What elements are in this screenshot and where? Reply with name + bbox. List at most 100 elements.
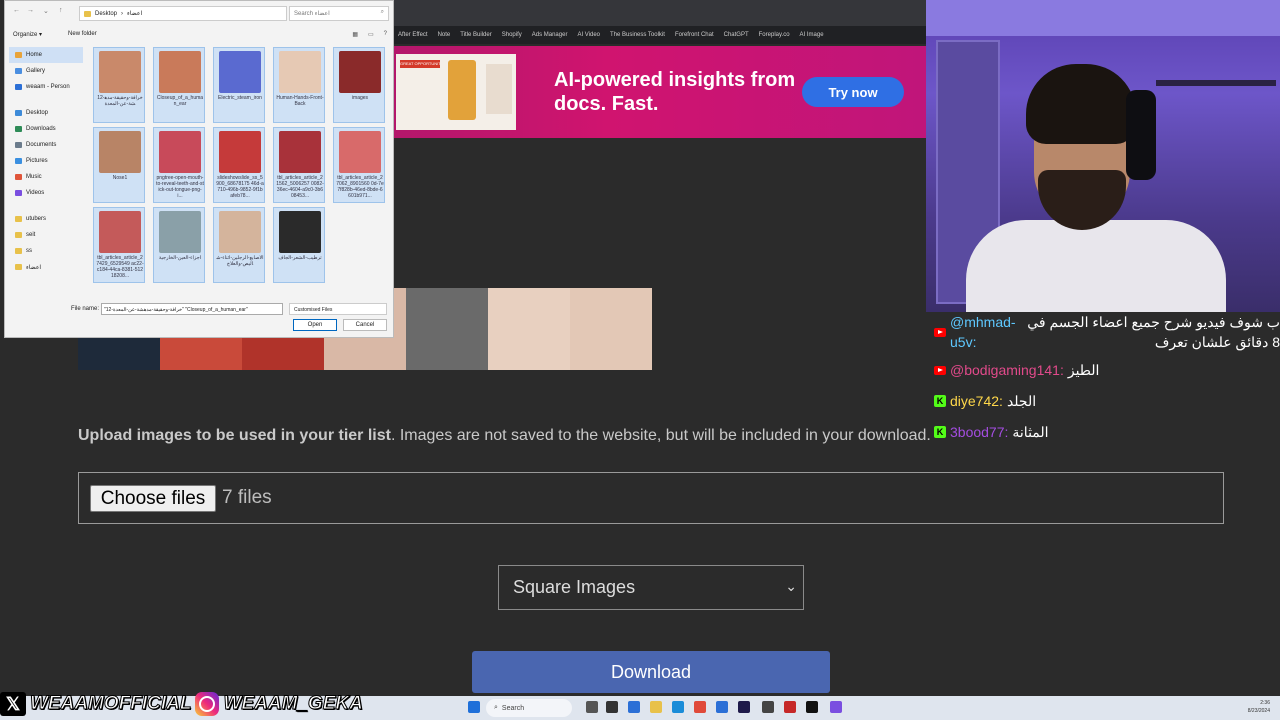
sidebar-item[interactable]: Videos — [9, 185, 83, 201]
bookmark-item[interactable]: AI Image — [800, 32, 824, 38]
chat-username: 3bood77: — [950, 424, 1009, 440]
forward-icon[interactable]: → — [27, 7, 34, 14]
chrome-icon[interactable] — [694, 701, 706, 713]
sidebar-item-label: Videos — [26, 190, 45, 196]
bookmark-item[interactable]: AI Video — [577, 32, 600, 38]
help-icon[interactable]: ? — [384, 31, 387, 38]
sidebar-item[interactable]: Downloads — [9, 121, 83, 137]
bookmark-item[interactable]: Ads Manager — [532, 32, 568, 38]
file-tile[interactable]: tbl_articles_article_27429_6529549 ac22-… — [93, 207, 145, 283]
ad-mockup-image — [448, 60, 476, 120]
file-tile[interactable]: 12-خرافة-وحقيقة-مدهشة-عن-المعدة — [93, 47, 145, 123]
webcam-overlay — [926, 0, 1280, 312]
file-tile[interactable]: tbl_articles_article_27062_8901560 0d-7e… — [333, 127, 385, 203]
file-thumbnail — [219, 51, 261, 93]
file-explorer-icon[interactable] — [650, 701, 662, 713]
app-icon[interactable] — [716, 701, 728, 713]
address-bar[interactable]: Desktop › اعضاء — [79, 6, 287, 21]
bookmark-item[interactable]: The Business Toolkit — [610, 32, 665, 38]
bookmark-item[interactable]: ChatGPT — [724, 32, 749, 38]
bookmark-item[interactable]: Shopify — [502, 32, 522, 38]
file-tile[interactable]: pngtree-open-mouth-to-reveal-teeth-and-s… — [153, 127, 205, 203]
search-icon: ⌕ — [494, 704, 498, 711]
chat-message: K 3bood77: المثانة — [934, 422, 1280, 442]
file-tile[interactable]: Closeup_of_a_human_ear — [153, 47, 205, 123]
uploaded-image-thumb — [570, 288, 652, 370]
sidebar-item-label: Music — [26, 174, 42, 180]
file-type-select[interactable]: Customised Files — [289, 303, 387, 315]
copilot-icon[interactable] — [628, 701, 640, 713]
sidebar-item-label: utubers — [26, 216, 47, 222]
bookmark-item[interactable]: Forefront Chat — [675, 32, 714, 38]
bookmark-item[interactable]: Note — [438, 32, 451, 38]
taskbar-clock[interactable]: 2:36 8/23/2024 — [1248, 699, 1270, 715]
widgets-icon[interactable] — [606, 701, 618, 713]
sidebar-item[interactable]: ss — [9, 243, 83, 259]
app-icon[interactable] — [762, 701, 774, 713]
back-icon[interactable]: ← — [13, 7, 20, 14]
file-tile[interactable]: اجزاء-العين-الخارجية — [153, 207, 205, 283]
image-shape-select[interactable]: Square Images ⌄ — [498, 565, 804, 610]
file-tile[interactable]: tbl_articles_article_21562_5006257 0082-… — [273, 127, 325, 203]
chevron-down-icon[interactable]: ⌄ — [43, 7, 49, 15]
taskbar-date: 8/23/2024 — [1247, 708, 1270, 714]
edge-icon[interactable] — [672, 701, 684, 713]
choose-files-button[interactable]: Choose files — [90, 485, 216, 512]
file-name-input[interactable]: "12-خرافة-وحقيقة-مدهشة-عن-المعدة" "Close… — [101, 303, 283, 315]
download-button[interactable]: Download — [472, 651, 830, 693]
file-tile[interactable]: Nose1 — [93, 127, 145, 203]
bookmark-item[interactable]: After Effect — [398, 32, 428, 38]
organize-button[interactable]: Organize ▾ — [13, 31, 42, 38]
open-button[interactable]: Open — [293, 319, 337, 331]
file-name: Human-Hands-Front-Back — [276, 95, 324, 107]
webcam-wall — [926, 0, 1280, 36]
app-icon[interactable] — [784, 701, 796, 713]
sidebar-item[interactable]: weaam - Person — [9, 79, 83, 95]
sidebar-item[interactable]: utubers — [9, 211, 83, 227]
sidebar-item[interactable]: Desktop — [9, 105, 83, 121]
file-tile[interactable]: ترطيب-الشعر-الجاف — [273, 207, 325, 283]
windows-start-icon[interactable] — [468, 701, 480, 713]
chat-text: الجلد — [1006, 393, 1037, 409]
view-options-icon[interactable]: ▦ — [352, 31, 358, 38]
cancel-button[interactable]: Cancel — [343, 319, 387, 331]
ad-banner[interactable]: GREAT OPPORTUNITY AI-powered insights fr… — [394, 46, 926, 138]
sidebar-item-label: seit — [26, 232, 36, 238]
task-view-icon[interactable] — [586, 701, 598, 713]
uploaded-image-thumb — [488, 288, 570, 370]
breadcrumb-separator: › — [121, 10, 124, 17]
tiktok-icon[interactable] — [806, 701, 818, 713]
file-thumbnail — [339, 131, 381, 173]
bookmark-item[interactable]: Foreplay.co — [759, 32, 790, 38]
file-tile[interactable]: images — [333, 47, 385, 123]
sidebar-item[interactable]: Gallery — [9, 63, 83, 79]
file-tile[interactable]: Electric_steam_iron — [213, 47, 265, 123]
sidebar-item[interactable]: seit — [9, 227, 83, 243]
sidebar-item-label: Home — [26, 52, 43, 58]
sidebar-item[interactable]: Documents — [9, 137, 83, 153]
dialog-search-input[interactable]: Search اعضاء ⌕ — [289, 6, 389, 21]
folder-icon — [84, 10, 91, 17]
new-folder-button[interactable]: New folder — [68, 31, 97, 38]
file-tile[interactable]: Human-Hands-Front-Back — [273, 47, 325, 123]
sidebar-item[interactable]: Pictures — [9, 153, 83, 169]
up-icon[interactable]: ↑ — [59, 7, 63, 14]
premiere-icon[interactable] — [738, 701, 750, 713]
taskbar-search[interactable]: ⌕ Search — [486, 699, 572, 717]
folder-icon — [15, 232, 22, 238]
file-tile[interactable]: الاصابع-الرجلين-اثناء-شاليص-والعلاج — [213, 207, 265, 283]
bookmark-item[interactable]: Title Builder — [460, 32, 491, 38]
breadcrumb-folder[interactable]: اعضاء — [127, 10, 142, 17]
sidebar-item[interactable]: Home — [9, 47, 83, 63]
breadcrumb-desktop[interactable]: Desktop — [95, 11, 117, 17]
file-thumbnail — [159, 51, 201, 93]
file-tile[interactable]: slideshowslide_ss_5900_68678175 46d-a710… — [213, 127, 265, 203]
preview-pane-icon[interactable]: ▭ — [368, 31, 374, 38]
app-icon[interactable] — [830, 701, 842, 713]
search-icon: ⌕ — [380, 9, 384, 15]
ad-try-now-button[interactable]: Try now — [802, 77, 904, 107]
folder-icon — [15, 68, 22, 74]
sidebar-item[interactable]: Music — [9, 169, 83, 185]
sidebar-item[interactable]: اعضاء — [9, 259, 83, 275]
